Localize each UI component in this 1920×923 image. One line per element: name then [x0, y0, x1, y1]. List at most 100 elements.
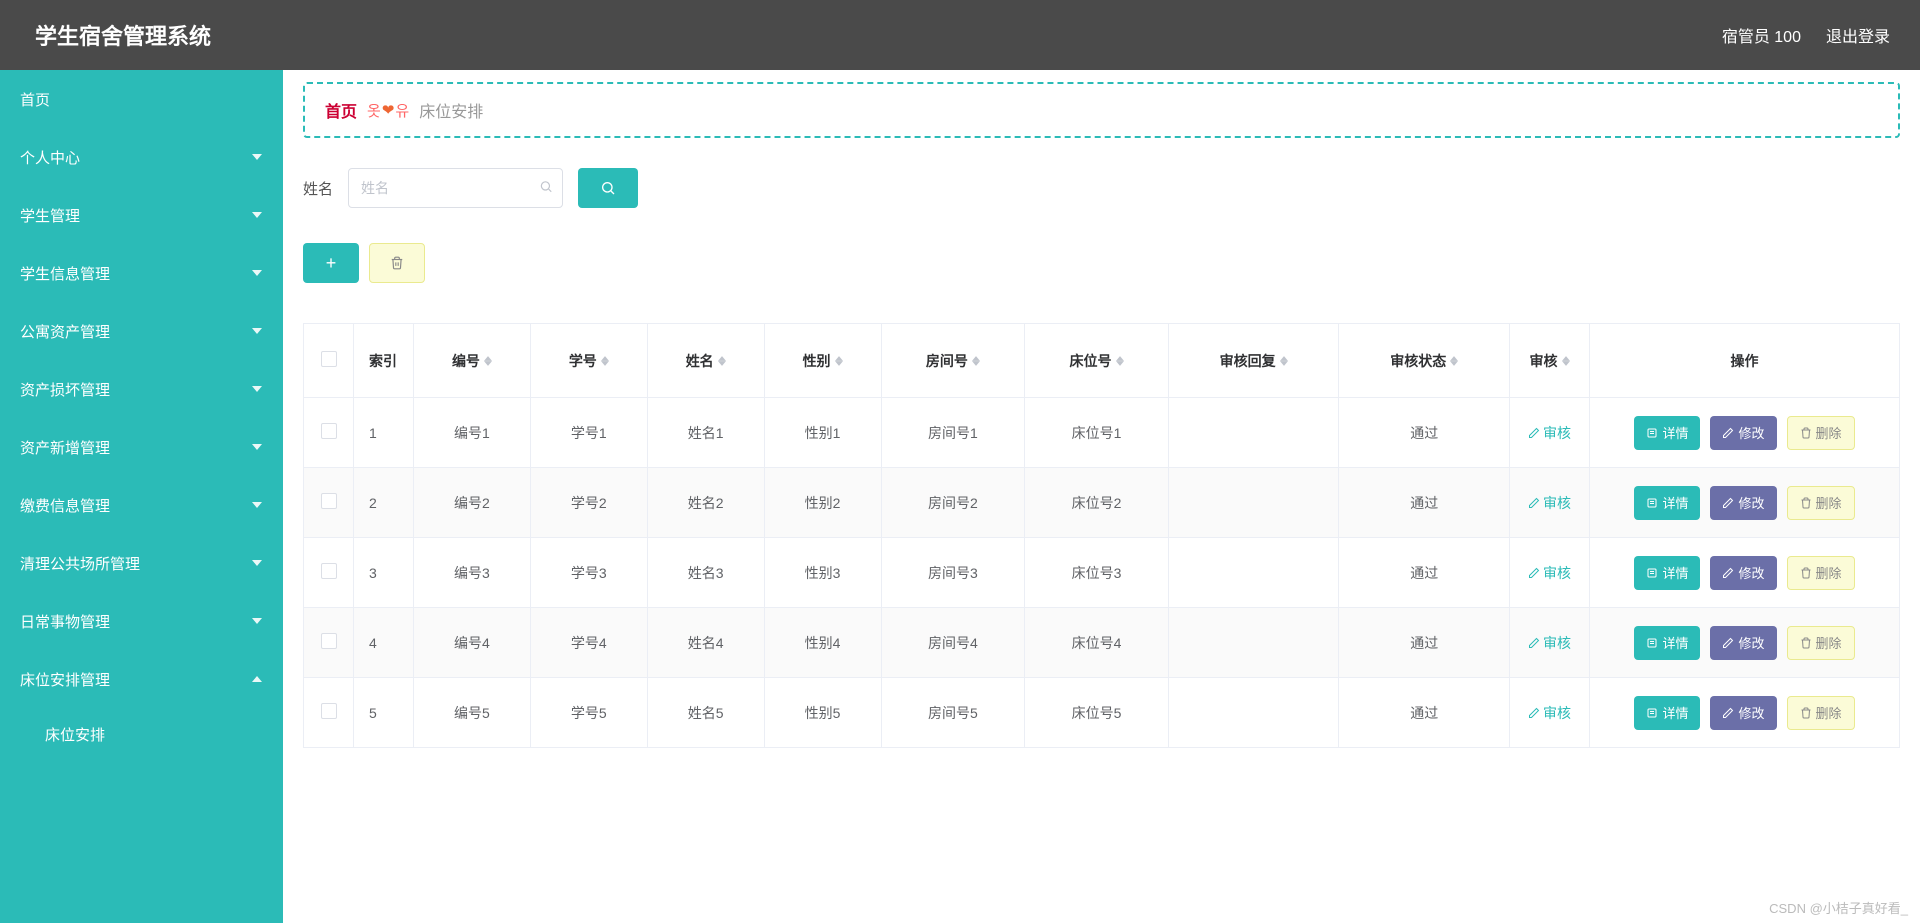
edit-button[interactable]: 修改 [1710, 626, 1776, 660]
cell-xuehao: 学号2 [530, 468, 647, 538]
trash-icon [1800, 567, 1812, 579]
delete-button[interactable]: 删除 [1787, 626, 1855, 660]
cell-huifu [1168, 678, 1339, 748]
sort-icon [1562, 356, 1570, 366]
cell-zhuangtai: 通过 [1339, 538, 1510, 608]
edit-button[interactable]: 修改 [1710, 416, 1776, 450]
sidebar-item-label: 日常事物管理 [20, 611, 110, 632]
cell-huifu [1168, 538, 1339, 608]
user-label[interactable]: 宿管员 100 [1722, 23, 1801, 47]
sidebar-item[interactable]: 缴费信息管理 [0, 476, 283, 534]
detail-button[interactable]: 详情 [1634, 486, 1700, 520]
audit-link[interactable]: 审核 [1528, 703, 1571, 723]
delete-button[interactable]: 删除 [1787, 486, 1855, 520]
edit-button[interactable]: 修改 [1710, 486, 1776, 520]
cell-bianhao: 编号5 [414, 678, 531, 748]
th-shenhe[interactable]: 审核 [1510, 324, 1590, 398]
app-title: 学生宿舍管理系统 [35, 19, 211, 51]
search-button[interactable] [578, 168, 638, 208]
data-table: 索引 编号 学号 姓名 性别 房间号 床位号 审核回复 审核状态 审核 操作 1… [303, 323, 1900, 748]
sidebar-item-label: 资产损坏管理 [20, 379, 110, 400]
batch-delete-button[interactable] [369, 243, 425, 283]
cell-huifu [1168, 468, 1339, 538]
th-xingbie[interactable]: 性别 [764, 324, 881, 398]
breadcrumb-separator-icon: 옷❤유 [367, 100, 409, 121]
audit-link[interactable]: 审核 [1528, 633, 1571, 653]
sidebar-item-label: 公寓资产管理 [20, 321, 110, 342]
table-header-row: 索引 编号 学号 姓名 性别 房间号 床位号 审核回复 审核状态 审核 操作 [304, 324, 1900, 398]
th-zhuangtai[interactable]: 审核状态 [1339, 324, 1510, 398]
th-bianhao[interactable]: 编号 [414, 324, 531, 398]
sort-icon [1116, 356, 1124, 366]
select-all-checkbox[interactable] [321, 351, 337, 367]
delete-button[interactable]: 删除 [1787, 416, 1855, 450]
cell-xingbie: 性别5 [764, 678, 881, 748]
edit-button[interactable]: 修改 [1710, 696, 1776, 730]
add-button[interactable]: + [303, 243, 359, 283]
trash-icon [1800, 497, 1812, 509]
sidebar-item-label: 学生管理 [20, 205, 80, 226]
list-icon [1646, 567, 1658, 579]
row-checkbox[interactable] [321, 703, 337, 719]
cell-zhuangtai: 通过 [1339, 678, 1510, 748]
sidebar-item-label: 缴费信息管理 [20, 495, 110, 516]
cell-xingbie: 性别1 [764, 398, 881, 468]
audit-link[interactable]: 审核 [1528, 423, 1571, 443]
sidebar-item[interactable]: 清理公共场所管理 [0, 534, 283, 592]
chevron-down-icon [251, 383, 263, 395]
cell-index: 5 [354, 678, 414, 748]
edit-button[interactable]: 修改 [1710, 556, 1776, 590]
search-label: 姓名 [303, 178, 333, 199]
th-xuehao[interactable]: 学号 [530, 324, 647, 398]
row-checkbox[interactable] [321, 633, 337, 649]
sidebar-item[interactable]: 首页 [0, 70, 283, 128]
pencil-icon [1722, 707, 1734, 719]
table-row: 1编号1学号1姓名1性别1房间号1床位号1通过审核详情修改删除 [304, 398, 1900, 468]
breadcrumb-home[interactable]: 首页 [325, 98, 357, 122]
detail-button[interactable]: 详情 [1634, 556, 1700, 590]
sidebar-item[interactable]: 学生信息管理 [0, 244, 283, 302]
logout-link[interactable]: 退出登录 [1826, 23, 1890, 47]
cell-fangjian: 房间号5 [881, 678, 1025, 748]
sort-icon [718, 356, 726, 366]
th-chuangwei[interactable]: 床位号 [1025, 324, 1169, 398]
table-row: 5编号5学号5姓名5性别5房间号5床位号5通过审核详情修改删除 [304, 678, 1900, 748]
th-huifu[interactable]: 审核回复 [1168, 324, 1339, 398]
cell-chuangwei: 床位号4 [1025, 608, 1169, 678]
row-checkbox[interactable] [321, 423, 337, 439]
detail-button[interactable]: 详情 [1634, 696, 1700, 730]
audit-link[interactable]: 审核 [1528, 563, 1571, 583]
pencil-icon [1722, 427, 1734, 439]
cell-chuangwei: 床位号3 [1025, 538, 1169, 608]
row-checkbox[interactable] [321, 563, 337, 579]
sidebar-item-label: 资产新增管理 [20, 437, 110, 458]
detail-button[interactable]: 详情 [1634, 416, 1700, 450]
delete-button[interactable]: 删除 [1787, 556, 1855, 590]
search-input[interactable] [348, 168, 563, 208]
edit-icon [1528, 567, 1540, 579]
sidebar-item[interactable]: 日常事物管理 [0, 592, 283, 650]
list-icon [1646, 427, 1658, 439]
sidebar-sub-item[interactable]: 床位安排 [0, 708, 283, 760]
edit-icon [1528, 427, 1540, 439]
sidebar-item[interactable]: 资产损坏管理 [0, 360, 283, 418]
chevron-down-icon [251, 151, 263, 163]
th-fangjian[interactable]: 房间号 [881, 324, 1025, 398]
sort-icon [835, 356, 843, 366]
cell-zhuangtai: 通过 [1339, 468, 1510, 538]
sidebar-item[interactable]: 学生管理 [0, 186, 283, 244]
sidebar-item[interactable]: 公寓资产管理 [0, 302, 283, 360]
cell-fangjian: 房间号1 [881, 398, 1025, 468]
cell-bianhao: 编号4 [414, 608, 531, 678]
sidebar-item[interactable]: 个人中心 [0, 128, 283, 186]
sidebar-item-label: 床位安排管理 [20, 669, 110, 690]
cell-chuangwei: 床位号1 [1025, 398, 1169, 468]
sidebar-item[interactable]: 资产新增管理 [0, 418, 283, 476]
trash-icon [1800, 707, 1812, 719]
sidebar-item[interactable]: 床位安排管理 [0, 650, 283, 708]
row-checkbox[interactable] [321, 493, 337, 509]
audit-link[interactable]: 审核 [1528, 493, 1571, 513]
delete-button[interactable]: 删除 [1787, 696, 1855, 730]
detail-button[interactable]: 详情 [1634, 626, 1700, 660]
th-xingming[interactable]: 姓名 [647, 324, 764, 398]
